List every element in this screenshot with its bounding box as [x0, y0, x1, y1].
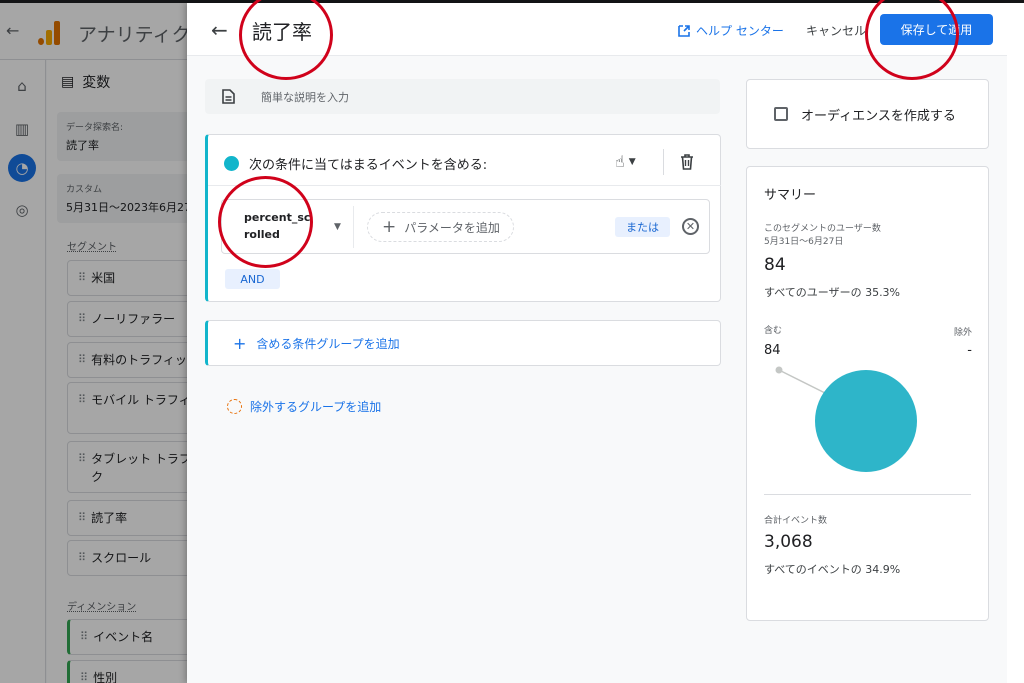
pie-slice-include [815, 370, 917, 472]
trash-icon[interactable] [680, 154, 694, 170]
exclude-value: - [967, 343, 972, 358]
condition-label: 次の条件に当てはまるイベントを含める: [249, 158, 488, 173]
divider [663, 149, 664, 175]
add-exclude-group-button[interactable]: 除外するグループを追加 [227, 398, 381, 415]
and-button[interactable]: AND [225, 269, 280, 289]
description-placeholder: 簡単な説明を入力 [261, 90, 349, 104]
include-exclude-pie [775, 366, 917, 472]
plus-icon: + [233, 333, 247, 353]
create-audience-checkbox[interactable]: オーディエンスを作成する [746, 79, 989, 149]
remove-condition-icon[interactable]: ✕ [682, 218, 699, 235]
open-external-icon [678, 24, 690, 37]
divider [353, 206, 354, 248]
condition-scope-dropdown[interactable]: ☝ ▼ [615, 152, 636, 171]
include-value: 84 [764, 343, 781, 358]
include-label: 含む [764, 326, 783, 336]
exclude-label: 除外 [953, 328, 972, 338]
touch-hand-icon: ☝ [615, 152, 625, 171]
help-center-link[interactable]: ヘルプ センター [678, 22, 784, 39]
pie-leader-line [778, 369, 826, 394]
pie-leader-dot [775, 366, 783, 374]
group-color-dot [224, 156, 239, 171]
events-value: 3,068 [764, 532, 813, 552]
dashed-circle-icon [227, 399, 242, 414]
or-button[interactable]: または [615, 217, 670, 237]
document-icon [222, 89, 235, 104]
users-label: このセグメントのユーザー数 [764, 224, 881, 234]
users-date: 5月31日～6月27日 [764, 237, 844, 247]
description-input[interactable]: 簡単な説明を入力 [205, 79, 720, 114]
users-percentage: すべてのユーザーの 35.3% [764, 286, 901, 299]
back-arrow-icon[interactable]: ← [211, 18, 228, 42]
plus-icon: + [382, 217, 397, 237]
segment-editor-drawer: ← 読了率 ヘルプ センター キャンセル 保存して適用 簡単な説明を入力 次の条… [187, 3, 1007, 683]
summary-title: サマリー [764, 188, 817, 203]
add-include-group-button[interactable]: + 含める条件グループを追加 [205, 320, 721, 366]
events-percentage: すべてのイベントの 34.9% [764, 563, 901, 576]
add-parameter-button[interactable]: + パラメータを追加 [367, 212, 514, 242]
cancel-button[interactable]: キャンセル [806, 22, 866, 39]
events-label: 合計イベント数 [764, 516, 828, 526]
condition-group-header: 次の条件に当てはまるイベントを含める: ☝ ▼ [208, 135, 721, 186]
chevron-down-icon[interactable]: ▼ [334, 222, 341, 232]
checkbox-icon[interactable] [774, 107, 788, 121]
window-edge [1007, 3, 1024, 683]
chevron-down-icon: ▼ [628, 156, 636, 167]
divider [764, 494, 971, 495]
users-value: 84 [764, 255, 786, 275]
annotation-circle [218, 176, 313, 268]
summary-card: サマリー このセグメントのユーザー数 5月31日～6月27日 84 すべてのユー… [746, 166, 989, 621]
